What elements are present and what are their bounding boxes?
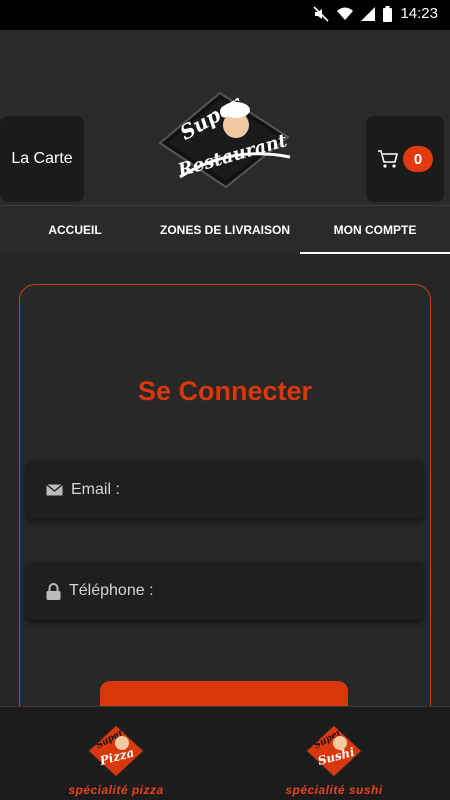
la-carte-button[interactable]: La Carte — [0, 116, 84, 202]
battery-icon — [383, 5, 393, 22]
specialite-pizza-label: spécialité pizza — [68, 783, 164, 797]
status-bar: 14:23 — [0, 0, 450, 30]
tab-accueil[interactable]: ACCUEIL — [0, 206, 150, 254]
super-sushi-logo: Super Sushi — [304, 723, 364, 779]
envelope-icon — [46, 484, 63, 496]
signal-icon — [361, 6, 376, 21]
cart-button[interactable]: 0 — [366, 116, 444, 202]
status-icons: 14:23 — [313, 5, 438, 22]
tab-zones-de-livraison[interactable]: ZONES DE LIVRAISON — [150, 206, 300, 254]
tab-mon-compte[interactable]: MON COMPTE — [300, 206, 450, 254]
phone-field[interactable]: Téléphone : — [26, 562, 424, 620]
specialite-sushi-label: spécialité sushi — [285, 783, 383, 797]
email-placeholder: Email : — [71, 481, 120, 498]
cart-icon — [378, 150, 399, 168]
login-screen: Se Connecter Email : Téléphone : — [0, 254, 450, 744]
wifi-icon — [337, 7, 354, 20]
la-carte-label: La Carte — [11, 150, 73, 167]
super-restaurant-logo: Super Restaurant — [158, 90, 291, 189]
specialite-sushi-button[interactable]: Super Sushi spécialité sushi — [244, 707, 424, 800]
lock-icon — [46, 582, 61, 600]
login-title: Se Connecter — [137, 376, 313, 406]
super-pizza-logo: Super Pizza — [86, 723, 146, 779]
cart-count-badge: 0 — [403, 146, 433, 172]
email-field[interactable]: Email : — [26, 461, 424, 519]
header: La Carte Super Restaurant 0 — [0, 30, 450, 206]
clock: 14:23 — [400, 5, 438, 22]
tab-bar: ACCUEIL ZONES DE LIVRAISON MON COMPTE — [0, 206, 450, 254]
bottom-nav: Super Pizza spécialité pizza Super Sushi… — [0, 706, 450, 800]
phone-placeholder: Téléphone : — [69, 582, 154, 599]
specialite-pizza-button[interactable]: Super Pizza spécialité pizza — [26, 707, 206, 800]
mute-icon — [313, 5, 330, 22]
